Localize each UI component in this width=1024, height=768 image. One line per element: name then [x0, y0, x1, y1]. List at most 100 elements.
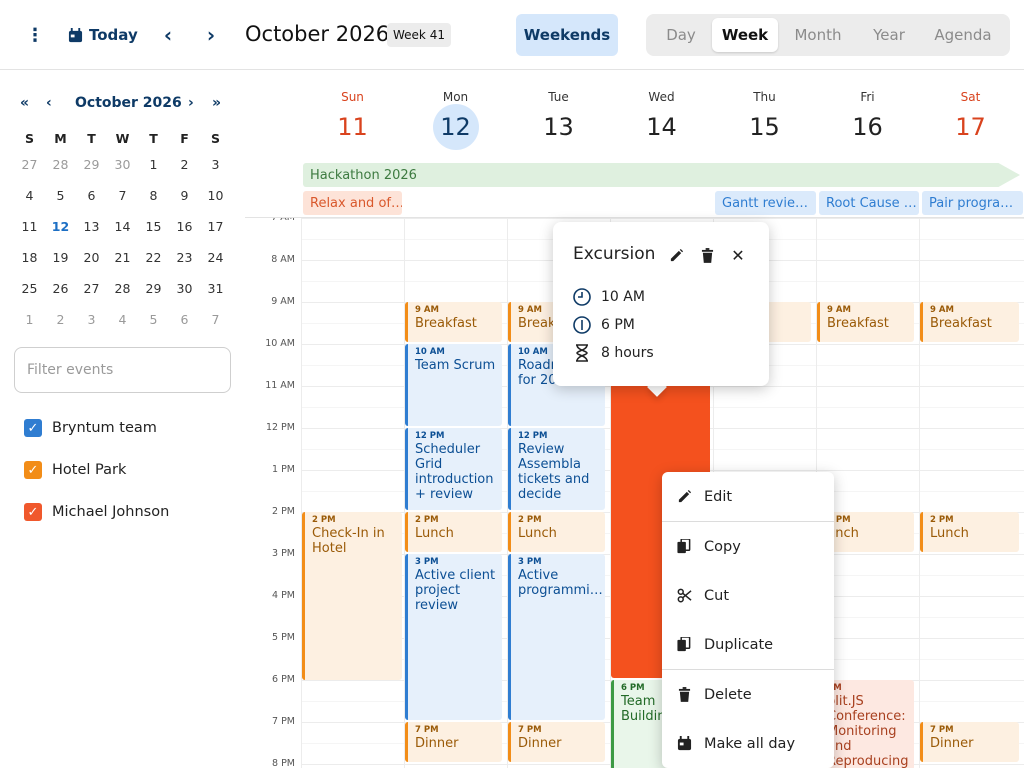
mini-calendar-date[interactable]: 3: [76, 304, 107, 335]
all-day-event-gantt-review[interactable]: Gantt revie…: [715, 191, 816, 215]
next-year-icon[interactable]: »: [212, 95, 221, 111]
mini-calendar-date[interactable]: 27: [14, 149, 45, 180]
mini-calendar-date[interactable]: 4: [14, 180, 45, 211]
delete-icon[interactable]: [698, 246, 716, 264]
event-scheduler-grid[interactable]: 12 PM Scheduler Grid introduction + revie…: [405, 428, 502, 510]
mini-calendar-date[interactable]: 30: [169, 273, 200, 304]
mini-calendar-date[interactable]: 13: [76, 211, 107, 242]
mini-calendar-date[interactable]: 1: [138, 149, 169, 180]
mini-calendar-date[interactable]: 22: [138, 242, 169, 273]
mini-calendar-date[interactable]: 16: [169, 211, 200, 242]
all-day-event-pair-programming[interactable]: Pair progra…: [922, 191, 1023, 215]
mini-calendar-date[interactable]: 4: [107, 304, 138, 335]
event-breakfast[interactable]: 9 AM Breakfast: [920, 302, 1019, 342]
day-header-fri[interactable]: Fri 16: [816, 71, 919, 163]
edit-icon[interactable]: [667, 246, 685, 264]
mini-calendar-date[interactable]: 19: [45, 242, 76, 273]
previous-week-button[interactable]: ‹: [158, 23, 178, 47]
mini-calendar-date[interactable]: 29: [138, 273, 169, 304]
menu-item-make-all-day[interactable]: Make all day: [662, 719, 834, 768]
event-team-scrum[interactable]: 10 AM Team Scrum: [405, 344, 502, 426]
all-day-event-hackathon[interactable]: Hackathon 2026: [303, 163, 1020, 187]
mini-calendar-date[interactable]: 15: [138, 211, 169, 242]
resource-filter-bryntum-team[interactable]: ✓ Bryntum team: [24, 419, 157, 437]
day-header-thu[interactable]: Thu 15: [713, 71, 816, 163]
mini-calendar-date[interactable]: 20: [76, 242, 107, 273]
event-active-programming[interactable]: 3 PM Active programmi…: [508, 554, 605, 720]
event-dinner[interactable]: 7 PM Dinner: [508, 722, 605, 762]
all-day-event-root-cause[interactable]: Root Cause …: [819, 191, 919, 215]
mini-calendar-date[interactable]: 31: [200, 273, 231, 304]
event-lunch[interactable]: 2 PM Lunch: [508, 512, 605, 552]
mini-calendar-date[interactable]: 9: [169, 180, 200, 211]
mini-calendar-date[interactable]: 7: [107, 180, 138, 211]
next-week-button[interactable]: ›: [201, 23, 221, 47]
mini-calendar-date[interactable]: 6: [76, 180, 107, 211]
day-header-wed[interactable]: Wed 14: [610, 71, 713, 163]
mini-calendar-date[interactable]: 5: [45, 180, 76, 211]
more-menu-icon[interactable]: ⋮: [24, 24, 46, 46]
checkbox-checked-icon[interactable]: ✓: [24, 503, 42, 521]
mini-calendar-date[interactable]: 28: [45, 149, 76, 180]
day-header-sat[interactable]: Sat 17: [919, 71, 1022, 163]
menu-item-edit[interactable]: Edit: [662, 472, 834, 521]
resource-filter-hotel-park[interactable]: ✓ Hotel Park: [24, 461, 126, 479]
event-breakfast[interactable]: 9 AM Breakfast: [817, 302, 914, 342]
mini-calendar-date[interactable]: 17: [200, 211, 231, 242]
all-day-event-relax[interactable]: Relax and of…: [303, 191, 402, 215]
mini-calendar-date[interactable]: 8: [138, 180, 169, 211]
mini-calendar-date[interactable]: 25: [14, 273, 45, 304]
day-header-mon[interactable]: Mon 12: [404, 71, 507, 163]
mini-calendar-date[interactable]: 6: [169, 304, 200, 335]
mini-calendar-date[interactable]: 21: [107, 242, 138, 273]
weekends-toggle-button[interactable]: Weekends: [516, 14, 618, 56]
mini-calendar-date[interactable]: 18: [14, 242, 45, 273]
mini-calendar-date[interactable]: 24: [200, 242, 231, 273]
mini-calendar-date[interactable]: 23: [169, 242, 200, 273]
mini-calendar-date[interactable]: 1: [14, 304, 45, 335]
resource-filter-michael-johnson[interactable]: ✓ Michael Johnson: [24, 503, 169, 521]
next-month-icon[interactable]: ›: [188, 95, 194, 111]
close-icon[interactable]: ✕: [729, 246, 747, 265]
mini-calendar-date[interactable]: 27: [76, 273, 107, 304]
mini-calendar-date[interactable]: 5: [138, 304, 169, 335]
menu-item-copy[interactable]: Copy: [662, 522, 834, 571]
mini-calendar-date[interactable]: 3: [200, 149, 231, 180]
event-dinner[interactable]: 7 PM Dinner: [405, 722, 502, 762]
event-dinner[interactable]: 7 PM Dinner: [920, 722, 1019, 762]
day-header-tue[interactable]: Tue 13: [507, 71, 610, 163]
mini-calendar-date[interactable]: 2: [169, 149, 200, 180]
mini-calendar-date[interactable]: 29: [76, 149, 107, 180]
mini-calendar-title: October 2026: [75, 95, 182, 111]
mini-calendar-date[interactable]: 11: [14, 211, 45, 242]
view-agenda-tab[interactable]: Agenda: [920, 18, 1006, 52]
mini-calendar-today[interactable]: 12: [45, 211, 76, 242]
today-button[interactable]: Today: [68, 22, 138, 48]
event-lunch[interactable]: 2 PM Lunch: [920, 512, 1019, 552]
view-month-tab[interactable]: Month: [778, 18, 858, 52]
checkbox-checked-icon[interactable]: ✓: [24, 419, 42, 437]
mini-calendar-date[interactable]: 10: [200, 180, 231, 211]
mini-calendar-date[interactable]: 30: [107, 149, 138, 180]
checkbox-checked-icon[interactable]: ✓: [24, 461, 42, 479]
event-lunch[interactable]: 2 PM Lunch: [405, 512, 502, 552]
menu-item-cut[interactable]: Cut: [662, 571, 834, 620]
previous-year-icon[interactable]: «: [20, 95, 29, 111]
mini-calendar-date[interactable]: 7: [200, 304, 231, 335]
mini-calendar-date[interactable]: 28: [107, 273, 138, 304]
view-day-tab[interactable]: Day: [650, 18, 712, 52]
event-review-assembla[interactable]: 12 PM Review Assembla tickets and decide: [508, 428, 605, 510]
view-year-tab[interactable]: Year: [858, 18, 920, 52]
previous-month-icon[interactable]: ‹: [46, 95, 52, 111]
event-breakfast[interactable]: 9 AM Breakfast: [405, 302, 502, 342]
event-active-client-project[interactable]: 3 PM Active client project review: [405, 554, 502, 720]
mini-calendar-date[interactable]: 14: [107, 211, 138, 242]
menu-item-delete[interactable]: Delete: [662, 670, 834, 719]
mini-calendar-date[interactable]: 2: [45, 304, 76, 335]
view-week-tab[interactable]: Week: [712, 18, 778, 52]
mini-calendar-date[interactable]: 26: [45, 273, 76, 304]
filter-events-input[interactable]: [14, 347, 231, 393]
event-check-in-hotel[interactable]: 2 PM Check-In in Hotel: [302, 512, 402, 680]
menu-item-duplicate[interactable]: Duplicate: [662, 620, 834, 669]
day-header-sun[interactable]: Sun 11: [301, 71, 404, 163]
